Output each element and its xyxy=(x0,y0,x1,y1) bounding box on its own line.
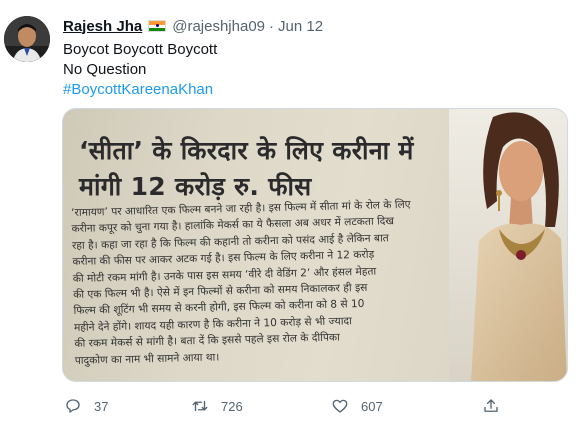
tweet-header: Rajesh Jha @rajeshjha09 · Jun 12 xyxy=(63,16,323,36)
author-handle[interactable]: @rajeshjha09 xyxy=(172,18,265,35)
retweet-button[interactable]: 726 xyxy=(191,396,243,416)
article-headline: ‘सीता’ के किरदार के लिए करीना में मांगी … xyxy=(79,133,479,205)
author-name[interactable]: Rajesh Jha xyxy=(63,18,142,35)
tweet-line: No Question xyxy=(63,61,147,78)
share-icon xyxy=(484,399,498,412)
actress-photo xyxy=(449,109,567,381)
tweet-actions: 37 726 607 xyxy=(62,396,568,416)
retweet-icon xyxy=(192,400,208,412)
reply-button[interactable]: 37 xyxy=(64,396,108,416)
tweet-line: Boycot Boycott Boycott xyxy=(63,41,218,58)
tweet-image[interactable]: ‘सीता’ के किरदार के लिए करीना में मांगी … xyxy=(62,108,568,382)
retweet-count: 726 xyxy=(221,398,243,414)
hashtag-link[interactable]: #BoycottKareenaKhan xyxy=(63,80,217,100)
reply-count: 37 xyxy=(94,398,109,414)
share-button[interactable] xyxy=(482,396,512,416)
tweet-text: Boycot Boycott Boycott No Question #Boyc… xyxy=(63,40,217,100)
like-button[interactable]: 607 xyxy=(331,396,383,416)
comment-icon xyxy=(66,399,80,413)
article-body: ‘रामायण’ पर आधारित एक फिल्म बनने जा रही … xyxy=(71,195,503,369)
like-count: 607 xyxy=(361,398,383,414)
avatar[interactable] xyxy=(4,16,50,62)
avatar-image xyxy=(4,16,50,62)
headline-line: ‘सीता’ के किरदार के लिए करीना में xyxy=(79,136,414,165)
separator: · xyxy=(269,17,275,35)
heart-icon xyxy=(332,399,348,413)
tweet[interactable]: Rajesh Jha @rajeshjha09 · Jun 12 Boycot … xyxy=(0,0,584,433)
india-flag-icon xyxy=(148,20,167,32)
tweet-date[interactable]: Jun 12 xyxy=(278,18,323,35)
